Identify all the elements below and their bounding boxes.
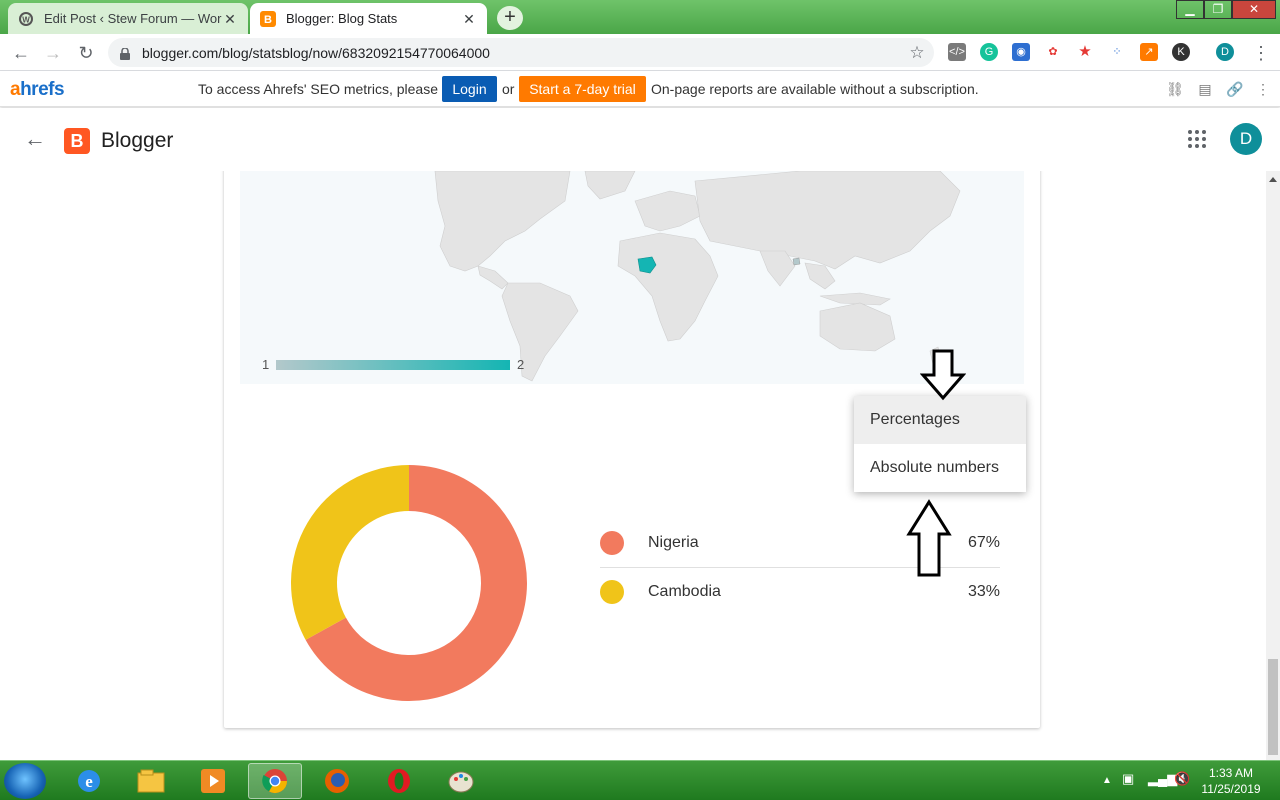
back-arrow-icon[interactable]: ← (10, 42, 32, 64)
url-text: blogger.com/blog/statsblog/now/683209215… (142, 44, 490, 61)
firefox-icon[interactable] (310, 763, 364, 799)
tray-device-icon[interactable]: ▣ (1122, 771, 1134, 787)
svg-text:e: e (85, 772, 93, 791)
apps-grid-icon[interactable] (1188, 130, 1208, 150)
start-button[interactable] (4, 763, 46, 799)
grid-extension-icon[interactable]: ⁘ (1108, 43, 1126, 61)
close-tab-icon[interactable]: ✕ (461, 11, 477, 27)
legend-color-dot (600, 580, 624, 604)
down-arrow-annotation (920, 349, 966, 401)
file-explorer-icon[interactable] (124, 763, 178, 799)
legend-percentage: 67% (967, 534, 1000, 551)
world-map: 1 2 (240, 171, 1024, 384)
k-extension-icon[interactable]: K (1172, 43, 1190, 61)
legend-percentage: 33% (967, 583, 1000, 600)
tray-volume-icon[interactable]: 🔇 (1174, 771, 1190, 787)
menu-item-absolute-numbers[interactable]: Absolute numbers (854, 444, 1026, 492)
tab-title: Edit Post ‹ Stew Forum — WordP (44, 11, 222, 26)
paint-icon[interactable] (434, 763, 488, 799)
minimize-button[interactable]: ▁ (1176, 0, 1204, 19)
blogger-title: Blogger (101, 129, 174, 152)
wordpress-icon: W (18, 11, 34, 27)
rss-extension-icon[interactable]: ◉ (1012, 43, 1030, 61)
tray-clock[interactable]: 1:33 AM 11/25/2019 (1196, 765, 1266, 797)
scale-max-label: 2 (517, 357, 525, 372)
ahrefs-message-2: On-page reports are available without a … (651, 81, 979, 97)
tab-wordpress[interactable]: W Edit Post ‹ Stew Forum — WordP ✕ (8, 3, 248, 34)
profile-avatar[interactable]: D (1216, 43, 1234, 61)
vertical-scrollbar[interactable] (1266, 171, 1280, 760)
scrollbar-thumb[interactable] (1268, 659, 1278, 755)
ahrefs-message: To access Ahrefs' SEO metrics, please (198, 81, 438, 97)
legend-country-label: Nigeria (648, 534, 699, 551)
world-map-svg (434, 171, 961, 382)
scale-min-label: 1 (262, 357, 270, 372)
internet-explorer-icon[interactable]: e (62, 763, 116, 799)
browser-toolbar: ← → ↻ blogger.com/blog/statsblog/now/683… (0, 34, 1280, 71)
or-text: or (502, 81, 515, 97)
legend-country-label: Cambodia (648, 583, 721, 600)
legend-color-dot (600, 531, 624, 555)
tray-network-icon[interactable]: ▂▄▆ (1148, 771, 1177, 787)
up-arrow-annotation (906, 499, 952, 577)
blogger-logo-icon[interactable]: B (64, 128, 90, 154)
opera-icon[interactable] (372, 763, 426, 799)
browser-tab-strip: W Edit Post ‹ Stew Forum — WordP ✕ B Blo… (0, 0, 1280, 34)
clock-date: 11/25/2019 (1201, 782, 1261, 796)
ahrefs-logo[interactable]: ahrefs (10, 79, 65, 101)
lock-icon (120, 46, 130, 60)
code-extension-icon[interactable]: </> (948, 43, 966, 61)
new-tab-button[interactable]: + (497, 6, 523, 30)
cambodia-highlight[interactable] (792, 257, 801, 266)
ahrefs-toolbar: ahrefs To access Ahrefs' SEO metrics, pl… (0, 71, 1280, 107)
account-avatar[interactable]: D (1230, 123, 1262, 155)
blogger-icon: B (260, 10, 276, 27)
blogger-header: ← B Blogger D (0, 108, 1280, 171)
tab-blogger[interactable]: B Blogger: Blog Stats ✕ (250, 3, 487, 34)
menu-dots-icon[interactable]: ⋮ (1250, 42, 1272, 64)
donut-slice-cambodia[interactable] (291, 465, 409, 640)
more-icon[interactable]: ⋮ (1254, 80, 1272, 98)
windows-taskbar: e ▲ ▣ ▂▄▆ 🔇 1:33 AM 11/25/2019 (0, 760, 1280, 800)
link-broken-icon[interactable]: ⛓ (1166, 80, 1184, 98)
close-tab-icon[interactable]: ✕ (222, 11, 238, 27)
restore-button[interactable]: ❐ (1204, 0, 1232, 19)
chrome-icon[interactable] (248, 763, 302, 799)
menu-item-percentages[interactable]: Percentages (854, 396, 1026, 444)
trial-button[interactable]: Start a 7-day trial (519, 76, 646, 102)
media-player-icon[interactable] (186, 763, 240, 799)
grammarly-icon[interactable]: G (980, 43, 998, 61)
bookmark-star-icon[interactable]: ☆ (906, 42, 928, 64)
seo-extension-icon[interactable]: ✿ (1044, 43, 1062, 61)
close-window-button[interactable]: ✕ (1232, 0, 1276, 19)
stats-content: 1 2 Nigeria 67% Cambodia 33% Percentages Ab… (0, 171, 1266, 760)
clock-time: 1:33 AM (1208, 766, 1254, 780)
svg-text:B: B (264, 14, 272, 26)
forward-arrow-icon[interactable]: → (42, 42, 64, 64)
svg-text:W: W (22, 15, 30, 24)
trend-extension-icon[interactable]: ↗ (1140, 43, 1158, 61)
page-icon[interactable]: ▤ (1196, 80, 1214, 98)
tray-expand-icon[interactable]: ▲ (1102, 775, 1112, 786)
donut-chart (291, 465, 527, 701)
back-arrow-icon[interactable]: ← (24, 126, 46, 152)
reload-icon[interactable]: ↻ (75, 42, 97, 64)
display-mode-menu: Percentages Absolute numbers (854, 396, 1026, 492)
link-icon[interactable]: 🔗 (1226, 80, 1244, 98)
star-extension-icon[interactable]: ★ (1076, 43, 1094, 61)
login-button[interactable]: Login (442, 76, 497, 102)
scale-gradient-bar (276, 360, 510, 370)
scroll-up-icon[interactable] (1269, 177, 1277, 182)
address-bar[interactable]: blogger.com/blog/statsblog/now/683209215… (108, 38, 934, 67)
tab-title: Blogger: Blog Stats (286, 11, 398, 26)
